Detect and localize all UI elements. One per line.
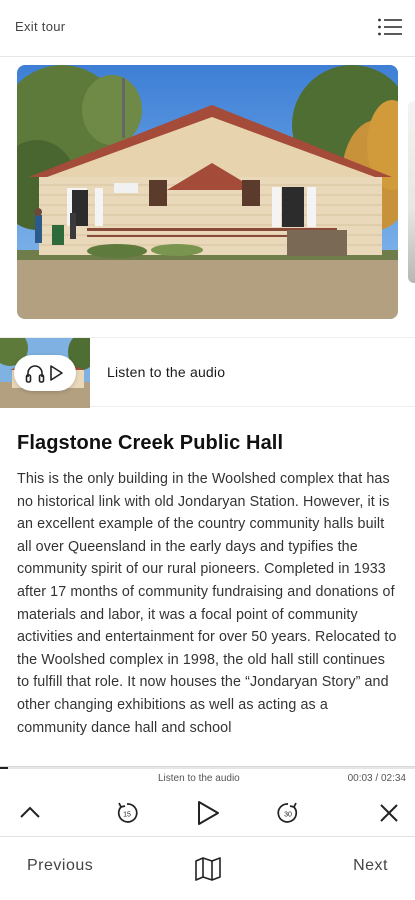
player-label: Listen to the audio: [158, 773, 240, 784]
svg-text:30: 30: [284, 812, 292, 819]
previous-button[interactable]: Previous: [27, 857, 93, 875]
article-body: This is the only building in the Woolshe…: [17, 471, 397, 736]
close-icon[interactable]: [375, 799, 403, 827]
map-icon[interactable]: [194, 857, 222, 881]
next-button[interactable]: Next: [353, 857, 388, 875]
elapsed-time: 00:03: [347, 773, 373, 784]
exit-tour-link[interactable]: Exit tour: [15, 19, 65, 34]
player-time: 00:03 / 02:34: [348, 773, 406, 784]
bottom-nav: Previous Next: [0, 836, 415, 900]
total-duration: 02:34: [380, 773, 406, 784]
audio-player: Listen to the audio 00:03 / 02:34 15 30: [0, 766, 415, 836]
audio-thumbnail: [0, 338, 90, 408]
audio-play-button[interactable]: [14, 355, 76, 391]
next-photo-peek[interactable]: [408, 101, 415, 283]
hamburger-menu-icon[interactable]: [377, 16, 403, 38]
play-icon: [50, 365, 63, 381]
article-content: Flagstone Creek Public Hall This is the …: [0, 408, 415, 766]
play-icon[interactable]: [193, 799, 221, 827]
forward-30-icon[interactable]: 30: [274, 799, 302, 827]
top-bar: Exit tour: [0, 0, 415, 57]
progress-fill: [0, 767, 9, 769]
chevron-up-icon[interactable]: [16, 799, 44, 827]
hall-photo: [17, 65, 398, 319]
rewind-15-icon[interactable]: 15: [113, 799, 141, 827]
audio-row[interactable]: Listen to the audio: [0, 337, 415, 408]
image-carousel[interactable]: [0, 57, 415, 337]
headphones-icon: [25, 365, 45, 383]
svg-text:15: 15: [123, 812, 131, 819]
time-separator: /: [372, 773, 381, 784]
listen-audio-label[interactable]: Listen to the audio: [107, 364, 225, 380]
progress-track[interactable]: [0, 767, 415, 769]
page-title: Flagstone Creek Public Hall: [17, 432, 284, 454]
